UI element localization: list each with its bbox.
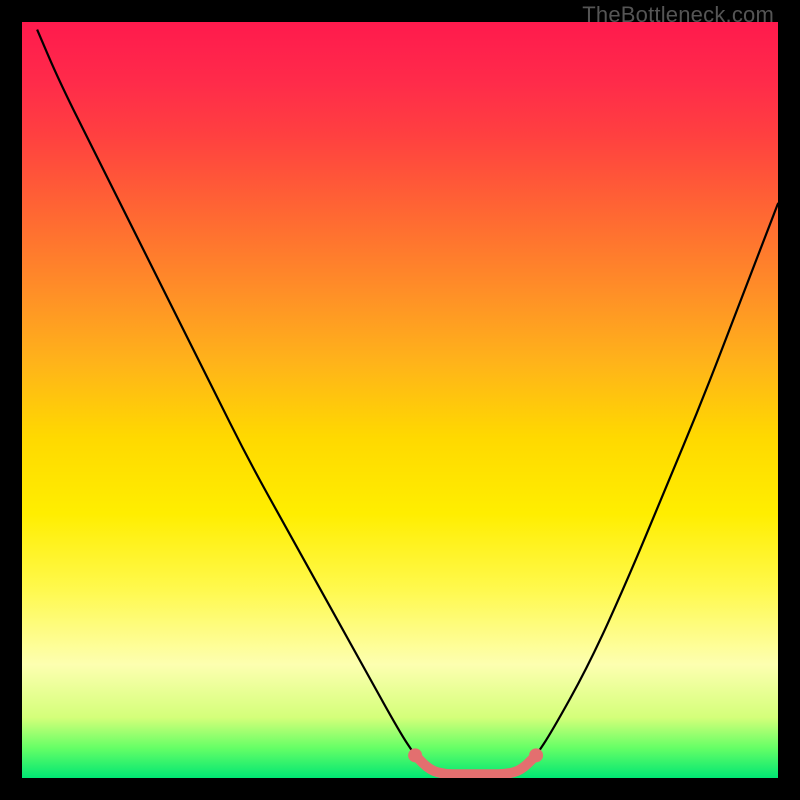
curve-flat-path [415,755,536,774]
chart-container: TheBottleneck.com [0,0,800,800]
curve-left-path [37,30,415,756]
markers-group [408,748,543,762]
watermark-text: TheBottleneck.com [582,2,774,28]
curve-right-path [536,203,778,755]
marker-dot [408,748,422,762]
plot-area [22,22,778,778]
marker-dot [529,748,543,762]
curve-layer [22,22,778,778]
